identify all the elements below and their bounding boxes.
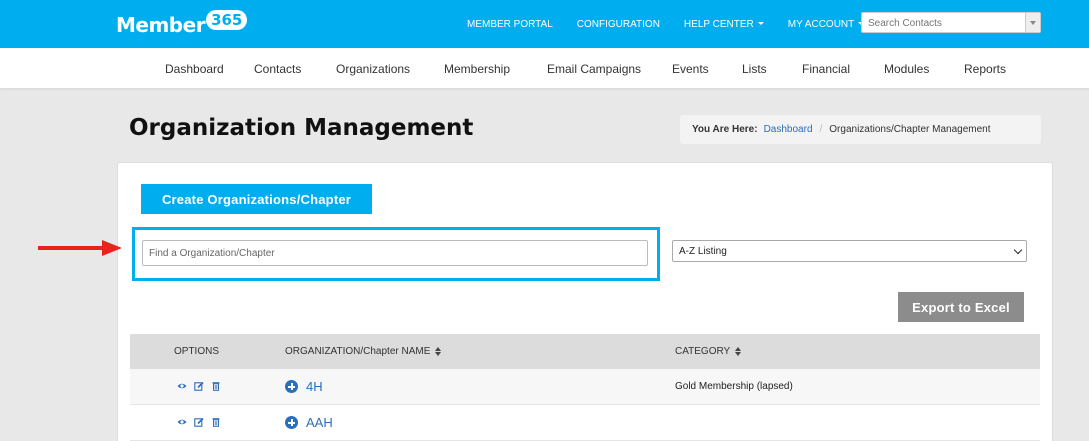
search-contacts[interactable]: [861, 12, 1041, 33]
main-nav-lists[interactable]: Lists: [742, 62, 767, 76]
edit-icon[interactable]: [194, 381, 204, 391]
main-nav-membership[interactable]: Membership: [444, 62, 510, 76]
search-contacts-input[interactable]: [862, 14, 1022, 33]
nav-help-center-label: HELP CENTER: [683, 18, 754, 30]
main-nav-reports[interactable]: Reports: [964, 62, 1006, 76]
nav-my-account[interactable]: MY ACCOUNT: [788, 19, 865, 30]
nav-member-portal[interactable]: MEMBER PORTAL: [467, 19, 553, 30]
nav-configuration[interactable]: CONFIGURATION: [577, 19, 660, 30]
eye-icon[interactable]: [177, 381, 187, 391]
find-organization-input[interactable]: [142, 240, 648, 266]
trash-icon[interactable]: [211, 417, 221, 427]
plus-circle-icon[interactable]: [285, 380, 298, 393]
sort-icon: [435, 347, 442, 356]
top-nav: MEMBER PORTAL CONFIGURATION HELP CENTER …: [467, 0, 888, 48]
breadcrumb-label: You Are Here:: [692, 124, 758, 135]
column-header-name[interactable]: ORGANIZATION/Chapter NAME: [285, 346, 442, 357]
eye-icon[interactable]: [177, 417, 187, 427]
nav-help-center[interactable]: HELP CENTER: [684, 19, 764, 30]
main-nav-email-campaigns[interactable]: Email Campaigns: [547, 62, 641, 76]
column-header-category-label: CATEGORY: [675, 346, 731, 357]
edit-icon[interactable]: [194, 417, 204, 427]
brand-logo[interactable]: Member 365: [116, 10, 248, 38]
organization-name-link[interactable]: 4H: [306, 379, 323, 394]
main-nav: Dashboard Contacts Organizations Members…: [0, 48, 1089, 89]
table-header: OPTIONS ORGANIZATION/Chapter NAME CATEGO…: [130, 334, 1040, 369]
table-row: AAH: [130, 405, 1040, 441]
main-nav-modules[interactable]: Modules: [884, 62, 929, 76]
breadcrumb-dashboard-link[interactable]: Dashboard: [764, 124, 813, 135]
plus-circle-icon[interactable]: [285, 416, 298, 429]
column-header-category[interactable]: CATEGORY: [675, 346, 742, 357]
search-dropdown-toggle[interactable]: [1025, 13, 1040, 32]
chevron-down-icon: [1030, 21, 1036, 25]
arrow-right-icon: [38, 240, 122, 256]
export-to-excel-button[interactable]: Export to Excel: [898, 292, 1024, 322]
brand-name: Member: [116, 13, 206, 37]
listing-select[interactable]: A-Z Listing: [672, 240, 1027, 262]
main-nav-organizations[interactable]: Organizations: [336, 62, 410, 76]
main-nav-events[interactable]: Events: [672, 62, 709, 76]
breadcrumb: You Are Here: Dashboard / Organizations/…: [680, 115, 1041, 144]
caret-down-icon: [757, 22, 764, 26]
column-header-options: OPTIONS: [174, 346, 219, 357]
main-nav-financial[interactable]: Financial: [802, 62, 850, 76]
trash-icon[interactable]: [211, 381, 221, 391]
main-nav-contacts[interactable]: Contacts: [254, 62, 301, 76]
chevron-down-icon: [1013, 245, 1023, 255]
brand-badge: 365: [206, 10, 248, 30]
breadcrumb-current: Organizations/Chapter Management: [829, 124, 991, 135]
column-header-name-label: ORGANIZATION/Chapter NAME: [285, 346, 431, 357]
organization-name-link[interactable]: AAH: [306, 415, 333, 430]
organization-category: Gold Membership (lapsed): [675, 381, 793, 392]
breadcrumb-separator: /: [819, 124, 823, 135]
create-organization-button[interactable]: Create Organizations/Chapter: [141, 184, 372, 214]
listing-select-value: A-Z Listing: [679, 245, 727, 257]
nav-my-account-label: MY ACCOUNT: [787, 18, 855, 30]
column-header-options-label: OPTIONS: [174, 346, 220, 357]
sort-icon: [735, 347, 742, 356]
page-title: Organization Management: [129, 115, 474, 141]
main-nav-dashboard[interactable]: Dashboard: [165, 62, 224, 76]
table-row: 4H Gold Membership (lapsed): [130, 369, 1040, 405]
top-bar: Member 365 MEMBER PORTAL CONFIGURATION H…: [0, 0, 1089, 48]
